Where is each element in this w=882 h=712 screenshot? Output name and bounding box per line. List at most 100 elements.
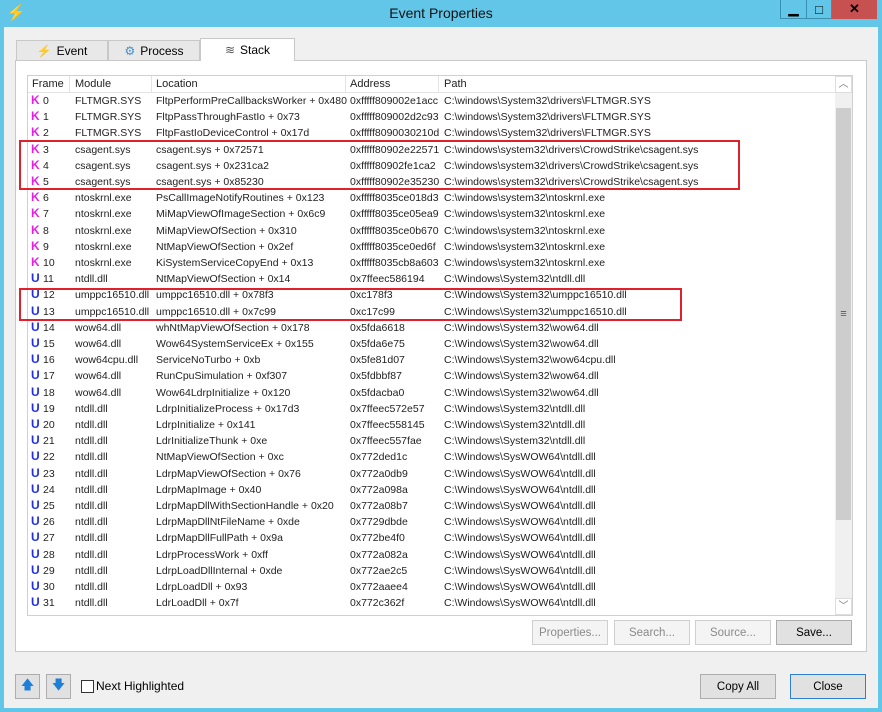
table-row[interactable]: U 22 ntdll.dll NtMapViewOfSection + 0xc 0x77… (28, 449, 836, 465)
maximize-button[interactable]: □ (806, 0, 832, 19)
path-cell: C:\windows\System32\drivers\FLTMGR.SYS (444, 111, 651, 124)
tab-event[interactable]: ⚡ Event (16, 40, 108, 60)
table-row[interactable]: U 20 ntdll.dll LdrpInitialize + 0x141 0x7ffe… (28, 417, 836, 433)
table-row[interactable]: U 31 ntdll.dll LdrLoadDll + 0x7f 0x772c362f C… (28, 595, 836, 611)
frame-number: 13 (43, 305, 55, 318)
table-row[interactable]: K 9 ntoskrnl.exe NtMapViewOfSection + 0x2ef… (28, 239, 836, 255)
path-cell: C:\Windows\System32\ntdll.dll (444, 435, 586, 448)
frame-type-icon: U (31, 319, 40, 334)
close-button[interactable]: Close (790, 674, 866, 699)
frame-number: 17 (43, 370, 55, 383)
table-row[interactable]: U 27 ntdll.dll LdrpMapDllFullPath + 0x9a 0x7… (28, 530, 836, 546)
frame-type-icon: U (31, 303, 40, 318)
location-cell: KiSystemServiceCopyEnd + 0x13 (156, 257, 314, 269)
table-row[interactable]: U 13 umppc16510.dll umppc16510.dll + 0x7c99… (28, 304, 836, 320)
location-cell: LdrpInitializeProcess + 0x17d3 (156, 402, 300, 415)
frame-type-icon: U (31, 287, 40, 302)
path-cell: C:\windows\system32\ntoskrnl.exe (444, 192, 606, 205)
frame-number: 9 (43, 240, 49, 253)
column-path[interactable]: Path (444, 78, 467, 90)
path-cell: C:\windows\System32\drivers\FLTMGR.SYS (444, 95, 651, 107)
scroll-up-icon[interactable]: ︿ (835, 76, 852, 93)
table-row[interactable]: U 29 ntdll.dll LdrpLoadDllInternal + 0xde 0x… (28, 563, 836, 579)
address-cell: 0x7729dbde (350, 516, 408, 529)
minimize-button[interactable]: ▁ (780, 0, 807, 19)
location-cell: MiMapViewOfSection + 0x310 (156, 224, 297, 237)
table-row[interactable]: U 19 ntdll.dll LdrpInitializeProcess + 0x17… (28, 401, 836, 417)
column-module[interactable]: Module (75, 78, 111, 90)
column-address[interactable]: Address (350, 78, 390, 90)
module-cell: ntoskrnl.exe (75, 257, 132, 269)
next-highlighted-label: Next Highlighted (96, 679, 185, 693)
frame-number: 23 (43, 467, 55, 480)
table-row[interactable]: U 24 ntdll.dll LdrpMapImage + 0x40 0x772a098… (28, 482, 836, 498)
table-row[interactable]: K 2 FLTMGR.SYS FltpFastIoDeviceControl + 0x… (28, 125, 836, 141)
address-cell: 0xfffff8035ce018d3 (350, 192, 439, 205)
table-row[interactable]: U 16 wow64cpu.dll ServiceNoTurbo + 0xb 0x5fe… (28, 352, 836, 368)
module-cell: ntdll.dll (75, 402, 108, 415)
module-cell: ntdll.dll (75, 516, 108, 529)
path-cell: C:\windows\system32\ntoskrnl.exe (444, 224, 606, 237)
table-row[interactable]: K 1 FLTMGR.SYS FltpPassThroughFastIo + 0x73… (28, 109, 836, 125)
frame-number: 27 (43, 532, 55, 545)
next-highlighted-checkbox[interactable] (81, 680, 94, 693)
table-row[interactable]: U 11 ntdll.dll NtMapViewOfSection + 0x14 0x7… (28, 271, 836, 287)
table-row[interactable]: K 4 csagent.sys csagent.sys + 0x231ca2 0xfff… (28, 158, 836, 174)
location-cell: LdrpLoadDllInternal + 0xde (156, 564, 283, 577)
tab-stack[interactable]: ≋ Stack (200, 38, 295, 61)
table-row[interactable]: K 0 FLTMGR.SYS FltpPerformPreCallbacksWorke… (28, 93, 836, 109)
close-window-button[interactable]: ✕ (832, 0, 877, 19)
path-cell: C:\windows\system32\drivers\CrowdStrike\… (444, 143, 699, 156)
table-row[interactable]: U 28 ntdll.dll LdrpProcessWork + 0xff 0x772a… (28, 547, 836, 563)
table-row[interactable]: U 17 wow64.dll RunCpuSimulation + 0xf307 0x5… (28, 368, 836, 384)
table-row[interactable]: U 14 wow64.dll whNtMapViewOfSection + 0x178… (28, 320, 836, 336)
column-frame[interactable]: Frame (32, 78, 64, 90)
scroll-down-icon[interactable]: ﹀ (835, 598, 852, 615)
table-row[interactable]: U 15 wow64.dll Wow64SystemServiceEx + 0x155… (28, 336, 836, 352)
location-cell: csagent.sys + 0x72571 (156, 143, 264, 156)
vertical-scrollbar[interactable]: ︿ ≡ ﹀ (835, 76, 852, 615)
location-cell: ServiceNoTurbo + 0xb (156, 354, 261, 367)
location-cell: Wow64LdrpInitialize + 0x120 (156, 386, 291, 399)
frame-type-icon: U (31, 384, 40, 399)
frame-type-icon: U (31, 562, 40, 577)
table-row[interactable]: K 8 ntoskrnl.exe MiMapViewOfSection + 0x310… (28, 223, 836, 239)
tab-process[interactable]: ⚙ Process (108, 40, 200, 60)
path-cell: C:\Windows\SysWOW64\ntdll.dll (444, 451, 596, 464)
search-button[interactable]: Search... (614, 620, 690, 645)
column-location[interactable]: Location (156, 78, 198, 90)
table-row[interactable]: K 6 ntoskrnl.exe PsCallImageNotifyRoutines … (28, 190, 836, 206)
table-row[interactable]: U 23 ntdll.dll LdrpMapViewOfSection + 0x76 0… (28, 466, 836, 482)
address-cell: 0x7ffeec586194 (350, 273, 425, 286)
source-button[interactable]: Source... (695, 620, 771, 645)
frame-number: 14 (43, 321, 55, 334)
table-row[interactable]: K 10 ntoskrnl.exe KiSystemServiceCopyEnd + … (28, 255, 836, 271)
properties-button[interactable]: Properties... (532, 620, 608, 645)
path-cell: C:\Windows\SysWOW64\ntdll.dll (444, 516, 596, 529)
table-row[interactable]: K 5 csagent.sys csagent.sys + 0x85230 0xffff… (28, 174, 836, 190)
address-cell: 0x772c362f (350, 597, 405, 610)
frame-type-icon: U (31, 530, 40, 545)
table-row[interactable]: K 3 csagent.sys csagent.sys + 0x72571 0xffff… (28, 142, 836, 158)
up-arrow-button[interactable]: 🡅 (15, 674, 40, 699)
table-row[interactable]: U 26 ntdll.dll LdrpMapDllNtFileName + 0xde 0… (28, 514, 836, 530)
table-row[interactable]: U 25 ntdll.dll LdrpMapDllWithSectionHandle … (28, 498, 836, 514)
address-cell: 0x772ae2c5 (350, 564, 408, 577)
module-cell: ntdll.dll (75, 273, 108, 286)
location-cell: LdrpMapDllFullPath + 0x9a (156, 532, 283, 545)
table-row[interactable]: U 12 umppc16510.dll umppc16510.dll + 0x78f3… (28, 287, 836, 303)
scroll-thumb[interactable]: ≡ (836, 108, 851, 520)
stack-list[interactable]: Frame Module Location Address Path K 0 FLT… (27, 75, 853, 616)
table-row[interactable]: U 21 ntdll.dll LdrInitializeThunk + 0xe 0x7f… (28, 433, 836, 449)
frame-number: 11 (43, 273, 54, 286)
module-cell: ntoskrnl.exe (75, 240, 132, 253)
table-row[interactable]: K 7 ntoskrnl.exe MiMapViewOfImageSection + … (28, 206, 836, 222)
down-arrow-button[interactable]: 🡇 (46, 674, 71, 699)
table-row[interactable]: U 30 ntdll.dll LdrpLoadDll + 0x93 0x772aaee4… (28, 579, 836, 595)
path-cell: C:\Windows\System32\ntdll.dll (444, 402, 586, 415)
table-row[interactable]: U 18 wow64.dll Wow64LdrpInitialize + 0x120 0… (28, 385, 836, 401)
address-cell: 0x7ffeec557fae (350, 435, 422, 448)
address-cell: 0xfffff809002e1acc (350, 95, 438, 107)
copy-all-button[interactable]: Copy All (700, 674, 776, 699)
save-button[interactable]: Save... (776, 620, 852, 645)
